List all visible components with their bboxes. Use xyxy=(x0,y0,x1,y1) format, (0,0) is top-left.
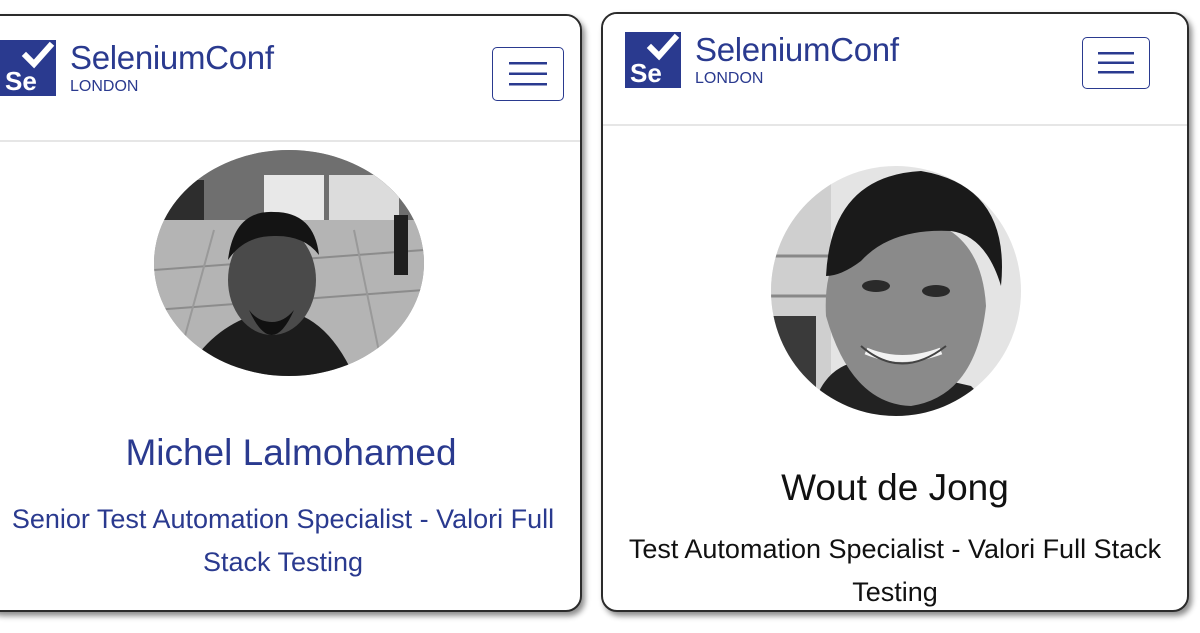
speaker-role: Senior Test Automation Specialist - Valo… xyxy=(11,504,555,577)
selenium-logo-icon: Se xyxy=(0,40,56,96)
site-logo[interactable]: Se SeleniumConf LONDON xyxy=(625,32,899,88)
logo-title: SeleniumConf xyxy=(70,39,274,76)
hamburger-menu-icon xyxy=(1098,52,1134,74)
speaker-name: Wout de Jong xyxy=(781,467,1009,508)
logo-mark-text: Se xyxy=(5,66,37,96)
menu-toggle-button[interactable] xyxy=(1082,37,1150,89)
speaker-photo xyxy=(771,166,1021,416)
navbar: Se SeleniumConf LONDON xyxy=(603,14,1187,126)
site-logo[interactable]: Se SeleniumConf LONDON xyxy=(0,40,274,96)
logo-subtitle: LONDON xyxy=(70,78,139,95)
logo-mark-text: Se xyxy=(630,58,662,88)
speaker-name: Michel Lalmohamed xyxy=(125,432,457,473)
logo-subtitle: LONDON xyxy=(695,70,764,87)
speaker-card-right: Se SeleniumConf LONDON Wout de Jong Test… xyxy=(601,12,1189,612)
speaker-role: Test Automation Specialist - Valori Full… xyxy=(628,534,1162,607)
logo-title: SeleniumConf xyxy=(695,31,899,68)
hamburger-menu-icon xyxy=(509,62,547,86)
navbar: Se SeleniumConf LONDON xyxy=(0,16,580,142)
speaker-card-left: Se SeleniumConf LONDON Michel Lalmohamed… xyxy=(0,14,582,612)
selenium-logo-icon: Se xyxy=(625,32,681,88)
speaker-photo xyxy=(154,150,424,376)
menu-toggle-button[interactable] xyxy=(492,47,564,101)
